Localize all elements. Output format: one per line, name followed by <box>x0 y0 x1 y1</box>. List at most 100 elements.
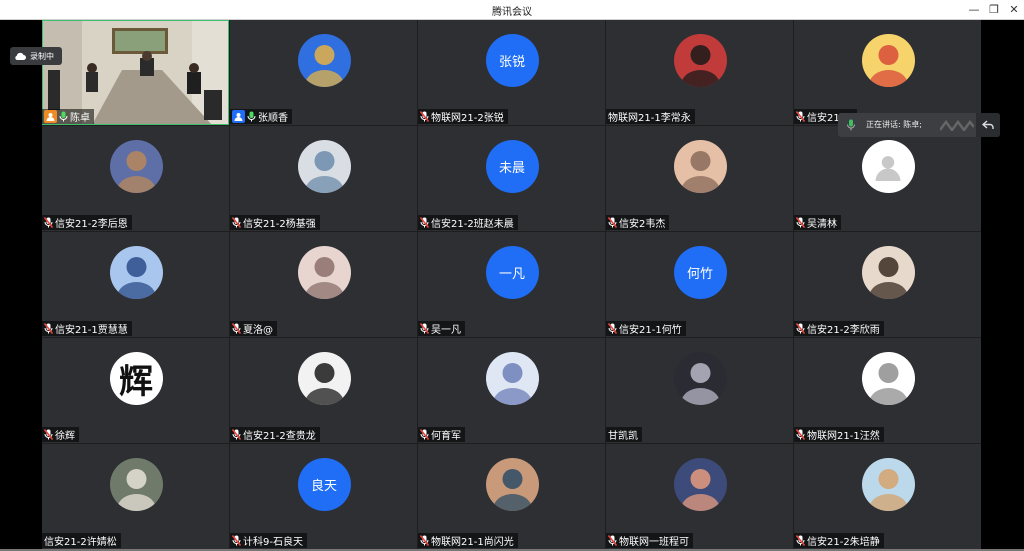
avatar-image <box>674 458 727 511</box>
mic-muted-icon <box>796 535 805 546</box>
participant-tile[interactable]: 信安21-1贾慧慧 <box>42 232 229 337</box>
participant-tile[interactable]: 信安21-2许婧松 <box>42 444 229 549</box>
participant-namebar: 陈卓 <box>42 109 94 124</box>
mic-muted-icon <box>420 429 429 440</box>
participant-name: 吴一凡 <box>431 321 461 336</box>
mic-on-icon <box>59 111 68 122</box>
minimize-icon[interactable]: — <box>966 2 982 18</box>
participant-name: 物联网21-1汪然 <box>807 427 880 442</box>
participant-tile[interactable]: 何竹信安21-1何竹 <box>606 232 793 337</box>
speaking-indicator: 正在讲话: 陈卓; <box>838 113 1000 137</box>
participant-tile[interactable]: 良天计科9-石良天 <box>230 444 417 549</box>
participant-tile[interactable]: 物联网21-1李常永 <box>606 20 793 125</box>
participant-name: 夏洛@ <box>243 321 273 336</box>
participant-name: 信安21-2查贵龙 <box>243 427 316 442</box>
participant-namebar: 计科9-石良天 <box>230 533 307 548</box>
mic-muted-icon <box>608 535 617 546</box>
mic-muted-icon <box>796 217 805 228</box>
mic-icon <box>846 119 856 131</box>
calligraphy-avatar: 辉 <box>110 352 163 405</box>
participant-namebar: 信安21-2李欣雨 <box>794 321 884 336</box>
mic-on-icon <box>247 111 256 122</box>
mic-muted-icon <box>608 217 617 228</box>
text-avatar: 何竹 <box>674 246 727 299</box>
participant-tile[interactable]: 何育军 <box>418 338 605 443</box>
mic-muted-icon <box>420 535 429 546</box>
participant-tile[interactable]: 夏洛@ <box>230 232 417 337</box>
text-avatar: 良天 <box>298 458 351 511</box>
mic-muted-icon <box>420 217 429 228</box>
participant-tile[interactable]: 陈卓 <box>42 20 229 125</box>
user-badge-icon <box>234 112 243 121</box>
participant-tile[interactable]: 信安21-2李欣雨 <box>794 232 981 337</box>
participant-tile[interactable]: 张顺香 <box>230 20 417 125</box>
participant-name: 信安21-1何竹 <box>619 321 682 336</box>
close-icon[interactable]: ✕ <box>1006 2 1022 18</box>
collapse-speaking-button[interactable] <box>976 113 1000 137</box>
participant-namebar: 物联网21-1李常永 <box>606 109 695 124</box>
sketch-avatar <box>862 352 915 405</box>
participant-name: 信安2韦杰 <box>619 215 665 230</box>
participant-tile[interactable]: 信安21-2查贵龙 <box>230 338 417 443</box>
cloud-record-icon <box>14 52 26 61</box>
avatar-image <box>110 246 163 299</box>
participant-tile[interactable]: 甘凯凯 <box>606 338 793 443</box>
mic-muted-icon <box>232 217 241 228</box>
participant-name: 物联网21-1李常永 <box>608 109 691 124</box>
avatar-image <box>674 140 727 193</box>
participant-tile[interactable]: 物联网21-1汪然 <box>794 338 981 443</box>
anime-girl-avatar <box>110 246 163 299</box>
participant-tile[interactable]: 信安2韦杰 <box>606 126 793 231</box>
participant-tile[interactable]: 物联网21-1尚闪光 <box>418 444 605 549</box>
avatar-image <box>298 352 351 405</box>
participant-tile[interactable]: 物联网一班程可 <box>606 444 793 549</box>
bear-avatar <box>110 140 163 193</box>
participant-namebar: 信安21-2朱培静 <box>794 533 884 548</box>
participant-namebar: 信安21-2查贵龙 <box>230 427 320 442</box>
participant-tile[interactable]: 一凡吴一凡 <box>418 232 605 337</box>
cartoon-avatar <box>862 34 915 87</box>
restore-icon[interactable]: ❐ <box>986 2 1002 18</box>
participant-name: 信安21-2李欣雨 <box>807 321 880 336</box>
mic-muted-icon <box>796 429 805 440</box>
participant-tile[interactable]: 信安21-2朱培静 <box>794 444 981 549</box>
collapse-arrow-icon <box>982 120 994 130</box>
participant-tile[interactable]: 未晨信安21-2班赵未晨 <box>418 126 605 231</box>
participant-namebar: 信安21-2班赵未晨 <box>418 215 518 230</box>
recording-indicator[interactable]: 录制中 <box>10 47 62 65</box>
text-avatar: 张锐 <box>486 34 539 87</box>
mic-muted-icon <box>232 535 241 546</box>
host-badge-icon <box>44 110 57 123</box>
girl-photo-avatar <box>862 246 915 299</box>
participant-tile[interactable]: 吴清林 <box>794 126 981 231</box>
participant-name: 计科9-石良天 <box>243 533 303 548</box>
participant-namebar: 张顺香 <box>230 109 292 124</box>
avatar-image <box>674 34 727 87</box>
selfie-avatar <box>674 140 727 193</box>
participant-name: 吴清林 <box>807 215 837 230</box>
participant-grid: 陈卓 张顺香 张锐物联网21-2张锐物联网21-1李常永 信安21-… 信安21-2李后… <box>42 20 981 549</box>
user-badge-icon <box>46 112 55 121</box>
participant-name: 物联网一班程可 <box>619 533 689 548</box>
participant-tile[interactable]: 辉徐辉 <box>42 338 229 443</box>
participant-namebar: 吴一凡 <box>418 321 465 336</box>
audio-wave-icon <box>940 119 974 131</box>
participant-name: 信安21-2杨基强 <box>243 215 316 230</box>
mic-muted-icon <box>44 217 53 228</box>
participant-tile[interactable]: 张锐物联网21-2张锐 <box>418 20 605 125</box>
mic-muted-icon <box>44 429 53 440</box>
recording-label: 录制中 <box>30 51 54 62</box>
landscape-avatar <box>862 458 915 511</box>
text-avatar: 未晨 <box>486 140 539 193</box>
participant-tile[interactable]: 信安21-2李后恩 <box>42 126 229 231</box>
avatar-image <box>862 458 915 511</box>
participant-name: 信安21-2李后恩 <box>55 215 128 230</box>
participant-namebar: 甘凯凯 <box>606 427 642 442</box>
mic-muted-icon <box>232 429 241 440</box>
participant-namebar: 信安21-2许婧松 <box>42 533 121 548</box>
participant-tile[interactable]: 信安21-2杨基强 <box>230 126 417 231</box>
participant-tile[interactable]: 信安21-… <box>794 20 981 125</box>
participant-namebar: 信安21-2杨基强 <box>230 215 320 230</box>
cartoon-mouse-avatar <box>110 458 163 511</box>
participant-namebar: 物联网21-1汪然 <box>794 427 884 442</box>
